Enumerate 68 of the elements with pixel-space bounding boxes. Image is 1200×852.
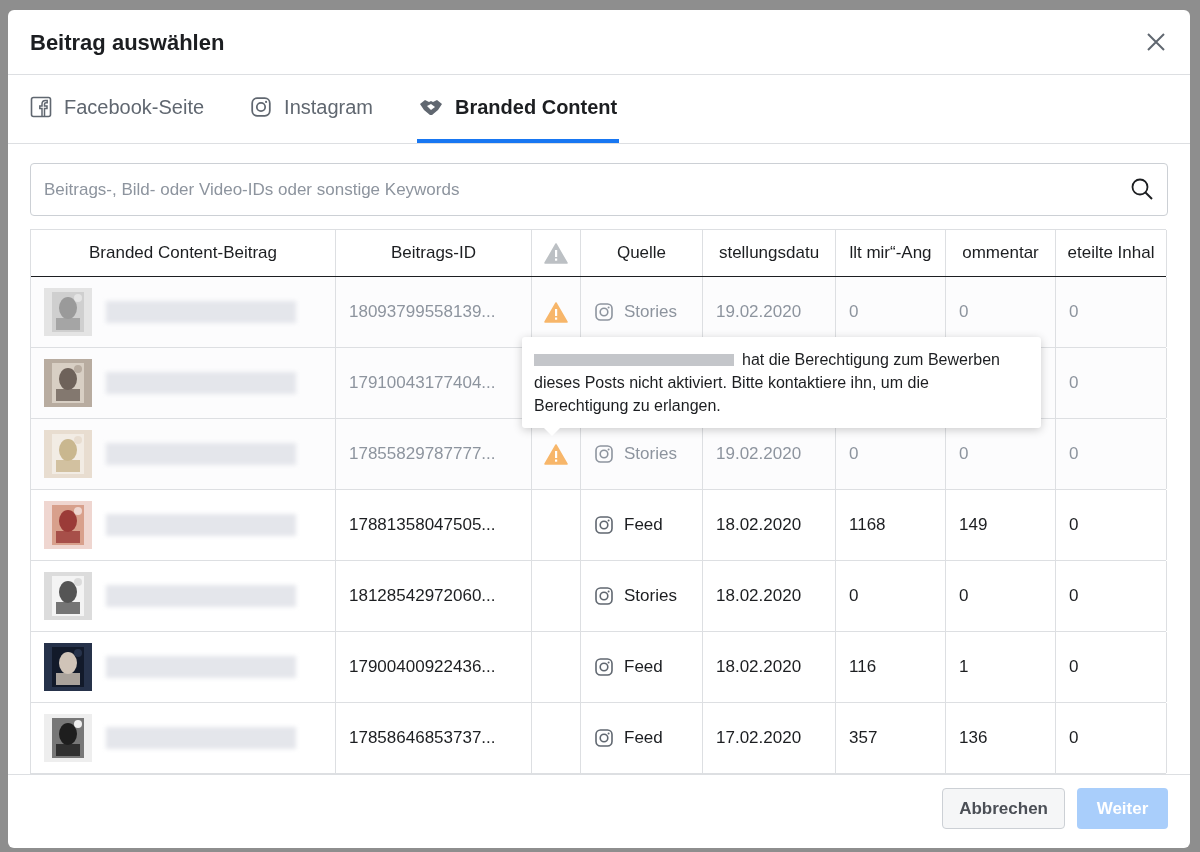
search-field[interactable]: Beitrags-, Bild- oder Video-IDs oder sonstige Keywords — [30, 163, 1168, 216]
instagram-icon — [594, 515, 614, 535]
table-cell-text: 18093799558139... — [349, 301, 496, 324]
table-cell-text: 17858646853737... — [349, 727, 496, 750]
instagram-icon — [594, 586, 614, 606]
table-cell-text: 116 — [849, 656, 877, 679]
table-cell-text: Stories — [624, 443, 677, 466]
table-cell-text: 0 — [1069, 301, 1079, 324]
column-header: ommentar — [962, 242, 1039, 265]
column-header: stellungsdatu — [718, 242, 820, 265]
table-cell-text: Feed — [624, 514, 663, 537]
table-cell-text: 0 — [1069, 656, 1079, 679]
table-cell-text: 149 — [959, 514, 988, 537]
tab[interactable]: Instagram — [248, 75, 375, 143]
table-cell-text: 17.02.2020 — [716, 727, 802, 750]
table-cell-text: Stories — [624, 301, 677, 324]
table-cell-text: 18.02.2020 — [716, 656, 802, 679]
instagram-icon — [250, 96, 273, 118]
column-header: llt mir“-Ang — [849, 242, 932, 265]
table-cell-text: 0 — [1069, 443, 1079, 466]
tab[interactable]: Branded Content — [417, 75, 620, 143]
table-cell-text: 0 — [849, 443, 859, 466]
table-cell-text: 0 — [1069, 514, 1079, 537]
table-row[interactable]: 18128542972060... Stories 18.02.2020 0 0 0 — [31, 561, 1166, 632]
warning-icon — [544, 443, 568, 465]
table-cell-text: 17910043177404... — [349, 372, 496, 395]
table-cell-text: 17881358047505... — [349, 514, 496, 537]
table-cell-text: 0 — [1069, 727, 1079, 750]
column-header: eteilte Inhal — [1067, 242, 1155, 265]
table-row[interactable]: 17858646853737... Feed 17.02.2020 357 136 0 — [31, 703, 1166, 774]
table-cell-text: 0 — [849, 585, 859, 608]
tab[interactable]: Facebook-Seite — [28, 75, 207, 143]
column-header: Quelle — [616, 242, 667, 265]
table-cell-text: 0 — [1069, 585, 1079, 608]
table-cell-text: 0 — [1069, 372, 1079, 395]
table-cell-text: 19.02.2020 — [716, 301, 802, 324]
table-cell-text: 0 — [959, 585, 969, 608]
cancel-button[interactable]: Abbrechen — [942, 788, 1065, 829]
instagram-icon — [594, 302, 614, 322]
table-cell-text: 18.02.2020 — [716, 585, 802, 608]
table-row[interactable]: 17900400922436... Feed 18.02.2020 116 1 0 — [31, 632, 1166, 703]
table-cell-text: 357 — [849, 727, 878, 750]
table-cell-text: 18.02.2020 — [716, 514, 802, 537]
table-cell-text: 19.02.2020 — [716, 443, 802, 466]
column-header: Branded Content-Beitrag — [88, 242, 278, 265]
table-cell-text: 17900400922436... — [349, 656, 496, 679]
facebook-icon — [30, 96, 52, 118]
instagram-icon — [594, 444, 614, 464]
table-cell-text: 0 — [959, 301, 969, 324]
table-cell-text: 1168 — [849, 514, 886, 537]
warning-icon — [544, 242, 568, 264]
handshake-icon — [419, 97, 443, 117]
warning-icon — [544, 301, 568, 323]
search-icon — [1130, 177, 1154, 201]
instagram-icon — [594, 728, 614, 748]
table-cell-text: 0 — [849, 301, 859, 324]
column-header: Beitrags-ID — [391, 242, 476, 265]
table-cell-text: Feed — [624, 656, 663, 679]
table-row[interactable]: 17881358047505... Feed 18.02.2020 1168 149 0 — [31, 490, 1166, 561]
table-cell-text: 136 — [959, 727, 988, 750]
dialog-title: Beitrag auswählen — [30, 28, 225, 57]
table-cell-text: Stories — [624, 585, 677, 608]
table-cell-text: 18128542972060... — [349, 585, 496, 608]
table-cell-text: 1 — [959, 656, 969, 679]
instagram-icon — [594, 657, 614, 677]
table-cell-text: 17855829787777... — [349, 443, 496, 466]
table-cell-text: 0 — [959, 443, 969, 466]
table-cell-text: Feed — [624, 727, 663, 750]
